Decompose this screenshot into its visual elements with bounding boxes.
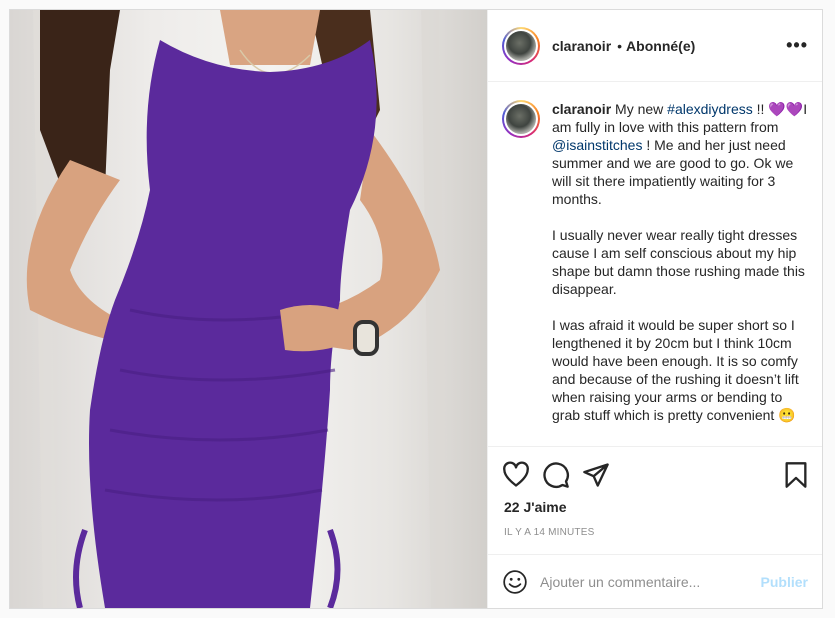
hashtag-link[interactable]: #alexdiydress — [667, 101, 753, 117]
post-header: claranoir • Abonné(e) ••• — [488, 10, 822, 82]
caption-text: claranoir My new #alexdiydress !! 💜💜I am… — [552, 100, 808, 424]
post-timestamp[interactable]: IL Y A 14 MINUTES — [488, 515, 822, 538]
caption-avatar[interactable] — [502, 100, 540, 138]
bookmark-icon[interactable] — [782, 461, 810, 489]
avatar[interactable] — [502, 26, 540, 65]
follow-status[interactable]: Abonné(e) — [626, 38, 695, 54]
caption: claranoir My new #alexdiydress !! 💜💜I am… — [502, 100, 808, 424]
comment-input[interactable] — [540, 573, 761, 590]
likes-count[interactable]: 22 J'aime — [488, 495, 822, 515]
publish-button[interactable]: Publier — [761, 574, 808, 590]
heart-icon[interactable] — [502, 461, 530, 489]
post-modal: claranoir • Abonné(e) ••• claranoir My n… — [9, 9, 823, 609]
post-photo[interactable] — [10, 10, 488, 608]
mention-link[interactable]: @isainstitches — [552, 137, 642, 153]
dress-photo-illustration — [26, 10, 449, 608]
caption-section: claranoir My new #alexdiydress !! 💜💜I am… — [488, 82, 822, 447]
post-sidebar: claranoir • Abonné(e) ••• claranoir My n… — [488, 10, 822, 608]
emoji-icon[interactable] — [502, 569, 528, 595]
comment-icon[interactable] — [542, 461, 570, 489]
share-icon[interactable] — [582, 461, 610, 489]
header-separator: • — [617, 37, 623, 54]
caption-paragraph-3: I was afraid it would be super short so … — [552, 317, 799, 423]
caption-text-part: My new — [611, 101, 668, 117]
caption-paragraph-2: I usually never wear really tight dresse… — [552, 227, 805, 297]
add-comment-bar: Publier — [488, 554, 822, 608]
action-bar — [488, 455, 822, 495]
header-username[interactable]: claranoir — [552, 38, 611, 54]
caption-username[interactable]: claranoir — [552, 101, 611, 117]
more-options-icon[interactable]: ••• — [786, 35, 808, 56]
